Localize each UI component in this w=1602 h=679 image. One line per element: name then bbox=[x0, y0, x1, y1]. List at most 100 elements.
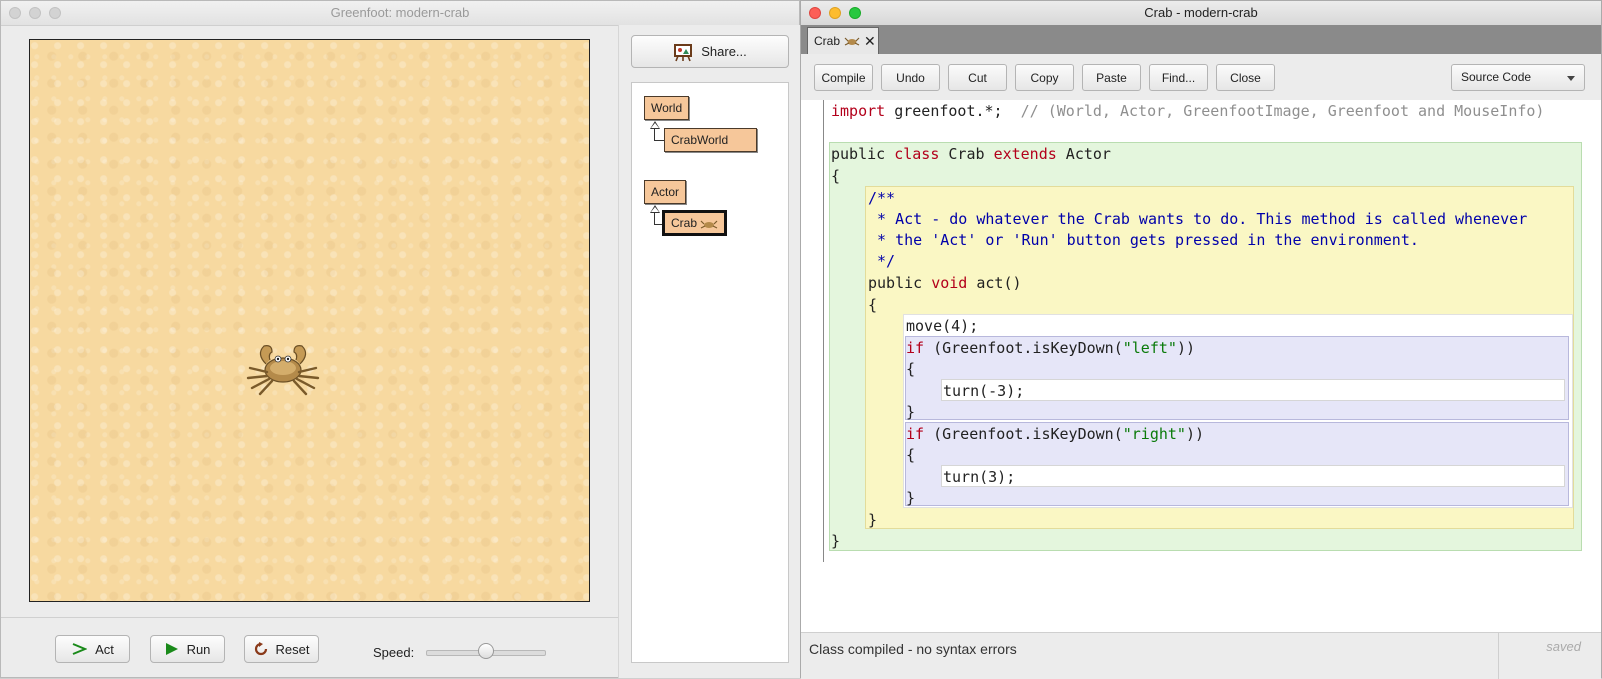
world-view[interactable] bbox=[29, 39, 590, 602]
class-crab[interactable]: Crab bbox=[662, 210, 728, 236]
cut-button[interactable]: Cut bbox=[948, 64, 1007, 91]
javadoc: * the 'Act' or 'Run' button gets pressed… bbox=[868, 231, 1419, 249]
compile-button[interactable]: Compile bbox=[814, 64, 873, 91]
class-world-label: World bbox=[651, 101, 683, 115]
code-text: greenfoot.*; bbox=[885, 102, 1021, 120]
close-label: Close bbox=[1230, 70, 1261, 85]
keyword: public bbox=[868, 274, 923, 292]
view-select[interactable]: Source Code bbox=[1451, 64, 1585, 91]
code-line-method-open: { bbox=[868, 294, 877, 316]
class-crabworld-label: CrabWorld bbox=[671, 133, 729, 147]
code-line-if-left: if (Greenfoot.isKeyDown("left")) bbox=[906, 337, 1195, 359]
code-text: Actor bbox=[1056, 145, 1111, 163]
speed-label: Speed: bbox=[373, 645, 415, 660]
code-line-method-sig: public void act() bbox=[868, 272, 1022, 294]
side-panel: Share... World CrabWorld Actor Crab bbox=[618, 25, 801, 678]
speed-slider-thumb[interactable] bbox=[478, 643, 494, 659]
zoom-window-icon[interactable] bbox=[849, 7, 861, 19]
chevron-down-icon bbox=[1567, 76, 1575, 81]
window-controls bbox=[809, 7, 861, 19]
copy-button[interactable]: Copy bbox=[1015, 64, 1074, 91]
window-title: Greenfoot: modern-crab bbox=[330, 5, 470, 20]
saved-indicator: saved bbox=[1546, 639, 1581, 654]
minimize-window-icon[interactable] bbox=[829, 7, 841, 19]
keyword: extends bbox=[993, 145, 1057, 163]
keyword: class bbox=[894, 145, 940, 163]
reset-label: Reset bbox=[275, 641, 310, 657]
class-world[interactable]: World bbox=[644, 96, 690, 120]
close-button[interactable]: Close bbox=[1216, 64, 1275, 91]
code-line-class-open: { bbox=[831, 165, 840, 187]
code-line-javadoc-4: */ bbox=[868, 250, 895, 272]
brace: } bbox=[868, 511, 878, 529]
code-line-if-right-close: } bbox=[906, 487, 915, 509]
greenfoot-window: Greenfoot: modern-crab Act Run Reset Spe… bbox=[0, 0, 801, 678]
code-line-import: import greenfoot.*; // (World, Actor, Gr… bbox=[831, 100, 1544, 122]
code-text: )) bbox=[1176, 339, 1195, 357]
inheritance-arrow-icon bbox=[650, 121, 660, 129]
if-right-body-scope bbox=[941, 465, 1565, 487]
paste-label: Paste bbox=[1096, 70, 1127, 85]
keyword: public bbox=[831, 145, 886, 163]
code-line-if-right: if (Greenfoot.isKeyDown("right")) bbox=[906, 423, 1204, 445]
paste-button[interactable]: Paste bbox=[1082, 64, 1141, 91]
editor-statusbar: Class compiled - no syntax errors saved bbox=[801, 632, 1601, 679]
find-label: Find... bbox=[1161, 70, 1196, 85]
code-line-turn-left: turn(-3); bbox=[943, 380, 1024, 402]
compile-status: Class compiled - no syntax errors bbox=[809, 641, 1017, 657]
brace: { bbox=[868, 296, 878, 314]
reset-button[interactable]: Reset bbox=[244, 635, 319, 663]
javadoc: */ bbox=[868, 252, 896, 270]
if-left-body-scope bbox=[941, 379, 1565, 401]
share-button[interactable]: Share... bbox=[631, 35, 789, 68]
code-line-if-right-open: { bbox=[906, 444, 915, 466]
run-button[interactable]: Run bbox=[150, 635, 225, 663]
class-actor[interactable]: Actor bbox=[644, 180, 687, 204]
class-crabworld[interactable]: CrabWorld bbox=[664, 128, 757, 152]
undo-button[interactable]: Undo bbox=[881, 64, 940, 91]
find-button[interactable]: Find... bbox=[1149, 64, 1208, 91]
code-text: turn(3); bbox=[943, 468, 1016, 486]
reset-icon bbox=[254, 642, 267, 656]
brace: { bbox=[906, 360, 916, 378]
tab-label: Crab bbox=[814, 34, 841, 48]
act-icon bbox=[72, 643, 88, 655]
code-text: Crab bbox=[939, 145, 994, 163]
zoom-window-icon[interactable] bbox=[49, 7, 61, 19]
javadoc: * Act - do whatever the Crab wants to do… bbox=[868, 210, 1528, 228]
code-line-class: public class Crab extends Actor bbox=[831, 143, 1111, 165]
editor-title: Crab - modern-crab bbox=[1144, 5, 1258, 20]
tab-crab[interactable]: Crab ✕ bbox=[807, 27, 879, 54]
play-icon bbox=[165, 643, 178, 655]
crab-actor-icon[interactable] bbox=[242, 340, 324, 396]
code-editor[interactable]: import greenfoot.*; // (World, Actor, Gr… bbox=[801, 100, 1601, 632]
code-line-method-close: } bbox=[868, 509, 877, 531]
close-window-icon[interactable] bbox=[9, 7, 21, 19]
code-line-turn-right: turn(3); bbox=[943, 466, 1015, 488]
crab-tab-icon bbox=[844, 37, 860, 46]
minimize-window-icon[interactable] bbox=[29, 7, 41, 19]
brace: { bbox=[906, 446, 916, 464]
code-text: )) bbox=[1185, 425, 1205, 443]
brace: } bbox=[906, 489, 916, 507]
brace: } bbox=[906, 403, 916, 421]
code-line-class-close: } bbox=[831, 530, 840, 552]
window-controls bbox=[9, 7, 61, 19]
inheritance-arrow-icon bbox=[650, 205, 660, 213]
compile-label: Compile bbox=[821, 70, 866, 85]
string-literal: "left" bbox=[1122, 339, 1177, 357]
class-crab-label: Crab bbox=[671, 216, 698, 230]
run-label: Run bbox=[186, 641, 211, 657]
act-button[interactable]: Act bbox=[55, 635, 130, 663]
code-text: (Greenfoot.isKeyDown( bbox=[924, 339, 1123, 357]
editor-toolbar: Compile Undo Cut Copy Paste Find... Clos… bbox=[801, 54, 1601, 101]
code-line-javadoc-2: * Act - do whatever the Crab wants to do… bbox=[868, 208, 1527, 230]
keyword: import bbox=[831, 102, 886, 120]
code-text: turn(-3); bbox=[943, 382, 1025, 400]
close-tab-icon[interactable]: ✕ bbox=[864, 34, 876, 48]
close-window-icon[interactable] bbox=[809, 7, 821, 19]
string-literal: "right" bbox=[1122, 425, 1186, 443]
editor-gutter bbox=[823, 100, 824, 562]
copy-label: Copy bbox=[1030, 70, 1059, 85]
editor-tabbar: Crab ✕ bbox=[801, 25, 1601, 54]
